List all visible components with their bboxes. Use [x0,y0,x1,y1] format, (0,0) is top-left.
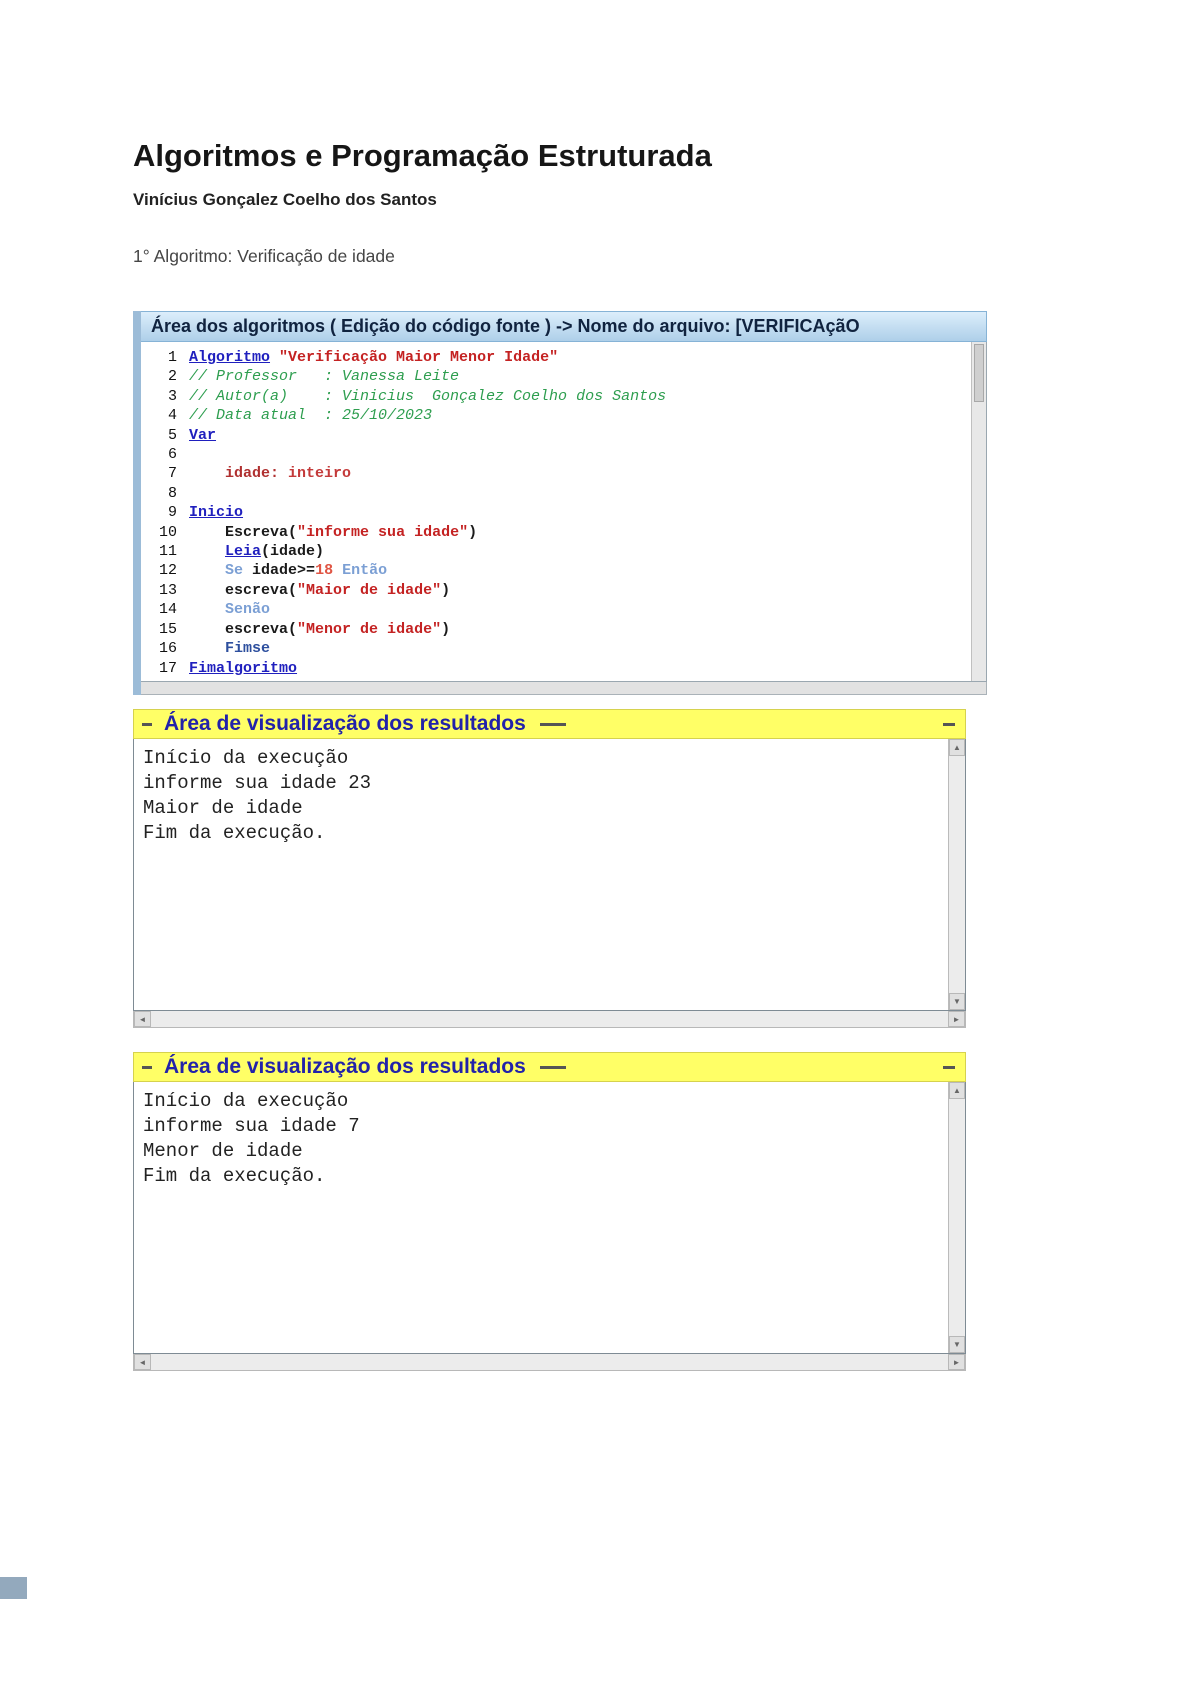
code-line[interactable]: 15 escreva("Menor de idade") [141,620,971,639]
scroll-up-button[interactable]: ▲ [949,739,965,756]
scroll-right-button[interactable]: ► [948,1354,965,1370]
editor-header-bar: Área dos algoritmos ( Edição do código f… [141,311,987,342]
code-line[interactable]: 17 Fimalgoritmo [141,659,971,678]
output-line: Início da execução [143,1090,349,1112]
code-line[interactable]: 10 Escreva("informe sua idade") [141,523,971,542]
code-line[interactable]: 13 escreva("Maior de idade") [141,581,971,600]
dash-decoration-icon [943,722,955,726]
results-body: Início da execução informe sua idade 23 Ma… [133,739,966,1011]
scrollbar-track[interactable] [949,1099,965,1336]
code-line[interactable]: 8 [141,484,971,503]
scrollbar-track[interactable] [949,756,965,993]
results-title: Área de visualização dos resultados [164,712,526,735]
line-number: 11 [158,543,177,561]
line-number: 14 [158,601,177,619]
code-line[interactable]: 7 idade: inteiro [141,464,971,483]
line-number: 7 [167,465,177,483]
line-number: 6 [167,446,177,464]
scrollbar-track[interactable] [151,1354,948,1370]
results-panel-1: Área de visualização dos resultados Iníc… [133,709,966,1028]
code-line[interactable]: 5 Var [141,426,971,445]
results-header: Área de visualização dos resultados [133,1052,966,1082]
output-line: Início da execução [143,747,349,769]
output-line: informe sua idade 23 [143,772,372,794]
line-number: 8 [167,484,177,502]
line-number: 13 [158,581,177,599]
code-line[interactable]: 11 Leia(idade) [141,542,971,561]
results-panel-2: Área de visualização dos resultados Iníc… [133,1052,966,1371]
next-image-edge-artifact [0,1577,27,1599]
scroll-down-button[interactable]: ▼ [949,1336,965,1353]
dash-decoration-icon [539,722,566,726]
results-title: Área de visualização dos resultados [164,1055,526,1078]
vertical-scrollbar[interactable]: ▲ ▼ [948,739,965,1010]
code-line[interactable]: 12 Se idade>=18 Então [141,561,971,580]
output-text-area: Início da execução informe sua idade 7 Men… [134,1082,948,1353]
dash-decoration-icon [142,1065,152,1069]
dash-decoration-icon [943,1065,955,1069]
editor-vertical-scrollbar[interactable] [971,342,986,681]
page-title: Algoritmos e Programação Estruturada [133,138,712,173]
editor-body: 1 Algoritmo "Verificação Maior Menor Idad… [141,342,987,682]
line-number: 5 [167,426,177,444]
line-number: 9 [167,504,177,522]
vertical-scrollbar[interactable]: ▲ ▼ [948,1082,965,1353]
results-body: Início da execução informe sua idade 7 Men… [133,1082,966,1354]
output-line: Menor de idade [143,1140,303,1162]
code-line[interactable]: 2// Professor : Vanessa Leite [141,367,971,386]
line-number: 3 [167,387,177,405]
page-author: Vinícius Gonçalez Coelho dos Santos [133,190,437,209]
code-line[interactable]: 1 Algoritmo "Verificação Maior Menor Idad… [141,348,971,367]
algorithm-editor-panel: Área dos algoritmos ( Edição do código f… [133,311,987,695]
scrollbar-track[interactable] [151,1011,948,1027]
scroll-left-button[interactable]: ◄ [134,1354,151,1370]
code-line[interactable]: 9 Inicio [141,503,971,522]
scroll-right-button[interactable]: ► [948,1011,965,1027]
scroll-left-button[interactable]: ◄ [134,1011,151,1027]
line-number: 2 [167,368,177,386]
line-number: 4 [167,407,177,425]
line-number: 12 [158,562,177,580]
code-line[interactable]: 4// Data atual : 25/10/2023 [141,406,971,425]
dash-decoration-icon [142,722,152,726]
line-number: 10 [158,523,177,541]
line-number: 15 [158,620,177,638]
line-number: 16 [158,640,177,658]
output-line: Fim da execução. [143,822,326,844]
scroll-down-button[interactable]: ▼ [949,993,965,1010]
code-line[interactable]: 14 Senão [141,600,971,619]
horizontal-scrollbar[interactable]: ◄ ► [133,1011,966,1028]
editor-scroll-thumb[interactable] [974,344,984,402]
scroll-up-button[interactable]: ▲ [949,1082,965,1099]
output-text-area: Início da execução informe sua idade 23 Ma… [134,739,948,1010]
editor-header-text: Área dos algoritmos ( Edição do código f… [151,316,860,336]
document-page: Algoritmos e Programação Estruturada Vin… [0,0,1200,1694]
editor-horizontal-scrollbar[interactable] [141,682,987,695]
code-line[interactable]: 16 Fimse [141,639,971,658]
results-header: Área de visualização dos resultados [133,709,966,739]
code-line[interactable]: 6 [141,445,971,464]
section-heading: 1° Algoritmo: Verificação de idade [133,246,395,266]
code-editor-text[interactable]: 1 Algoritmo "Verificação Maior Menor Idad… [141,342,971,681]
line-number: 1 [167,349,177,366]
output-line: informe sua idade 7 [143,1115,360,1137]
dash-decoration-icon [539,1065,566,1069]
output-line: Fim da execução. [143,1165,326,1187]
output-line: Maior de idade [143,797,303,819]
code-line[interactable]: 3// Autor(a) : Vinicius Gonçalez Coelho … [141,387,971,406]
line-number: 17 [158,659,177,677]
horizontal-scrollbar[interactable]: ◄ ► [133,1354,966,1371]
